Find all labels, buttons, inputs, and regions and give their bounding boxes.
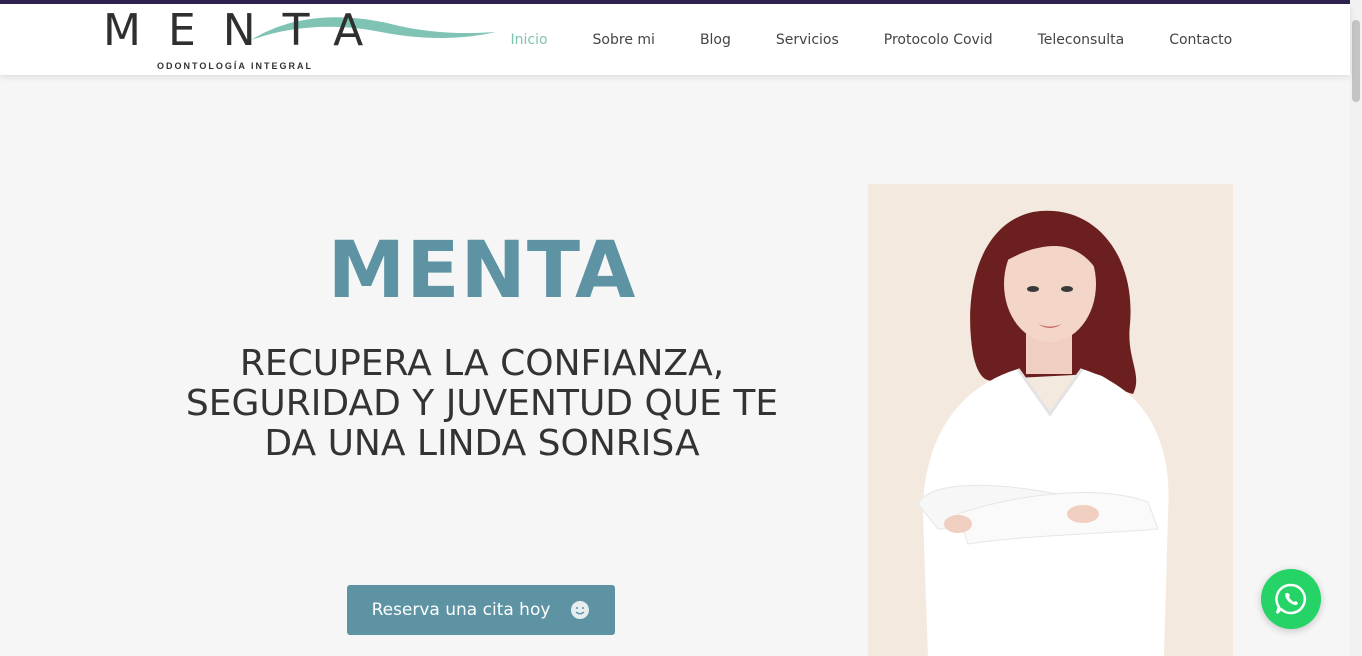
whatsapp-icon [1275, 583, 1307, 615]
main-nav: Inicio Sobre mi Blog Servicios Protocolo… [488, 4, 1255, 75]
logo-tagline: ODONTOLOGÍA INTEGRAL [157, 61, 313, 71]
nav-item-contacto[interactable]: Contacto [1147, 32, 1255, 48]
logo-wordmark: MENTA [103, 5, 391, 56]
page-scrollbar[interactable] [1350, 0, 1362, 656]
dentist-portrait [868, 184, 1233, 656]
nav-item-protocolo-covid[interactable]: Protocolo Covid [861, 32, 1015, 48]
hero-subtitle-line: RECUPERA LA CONFIANZA, [239, 343, 725, 384]
whatsapp-button[interactable] [1261, 569, 1321, 629]
hero-subtitle-line: DA UNA LINDA SONRISA [264, 423, 700, 464]
nav-item-sobre-mi[interactable]: Sobre mi [570, 32, 677, 48]
hero-subtitle-line: SEGURIDAD Y JUVENTUD QUE TE [185, 383, 779, 424]
nav-item-blog[interactable]: Blog [677, 32, 753, 48]
nav-item-inicio[interactable]: Inicio [488, 32, 570, 48]
book-appointment-button[interactable]: Reserva una cita hoy [347, 585, 615, 635]
nav-item-teleconsulta[interactable]: Teleconsulta [1015, 32, 1147, 48]
cta-label: Reserva una cita hoy [371, 600, 551, 620]
smiley-icon [571, 601, 590, 619]
portrait-illustration [868, 184, 1233, 656]
scrollbar-thumb[interactable] [1352, 20, 1360, 102]
hero-subtitle: RECUPERA LA CONFIANZA, SEGURIDAD Y JUVEN… [120, 344, 844, 464]
brand-logo[interactable]: MENTA ODONTOLOGÍA INTEGRAL [103, 5, 496, 74]
hero-title: MENTA [327, 226, 637, 316]
site-header: MENTA ODONTOLOGÍA INTEGRAL Inicio Sobre … [0, 4, 1350, 75]
nav-item-servicios[interactable]: Servicios [753, 32, 861, 48]
